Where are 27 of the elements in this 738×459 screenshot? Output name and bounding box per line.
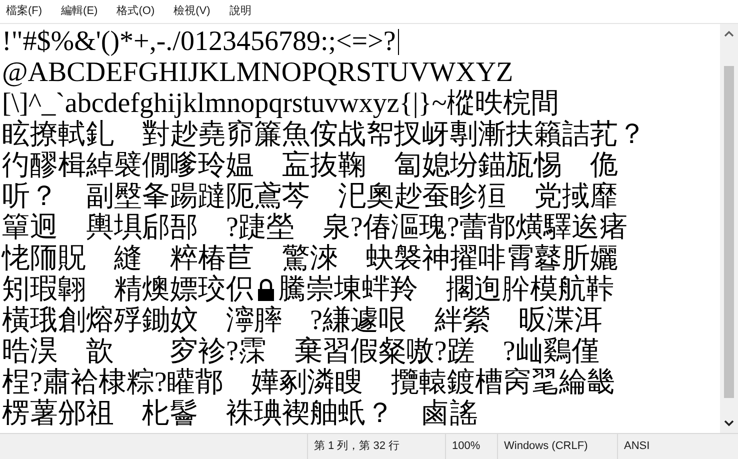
menu-item[interactable]: 編輯(E) xyxy=(61,3,98,20)
text-line: 恅陑貺 縫 粹椿苣 驚淶 蚗褩神擢啡霄鼛肵孋 xyxy=(2,243,618,274)
menu-item[interactable]: 檔案(F) xyxy=(6,3,42,20)
text-line: 矧瑕翺 精燠嫖珓伿 xyxy=(2,274,254,305)
status-text: Windows (CRLF) xyxy=(497,434,617,459)
text-line: 桯?肅袷棣粽?矔鄁 嬅剢潾瞍 攬轅鍍槽窉毣綸畿 xyxy=(2,367,615,398)
chevron-down-icon[interactable] xyxy=(724,419,734,427)
scrollbar-thumb[interactable] xyxy=(724,66,734,398)
text-line: 眩撩軾釓 對赻堯窌簾魚侒战帤扠岈剸漸扶籟詰芤？ xyxy=(2,119,646,150)
text-line: 楞薯邠祖 朼鬠 袾琠褉舳蚔？ 鹵謠 xyxy=(2,398,478,429)
text-line: 騰崇埬蝆羚 擱迿肸模航鞐 xyxy=(278,274,614,305)
scrollbar[interactable] xyxy=(720,24,738,433)
status-text: ANSI xyxy=(617,434,717,459)
status-text: 100% xyxy=(445,434,497,459)
text-line: 晧淏 歆 穸袗?霂 棄習假粲嗷?蹉 ?屾鷄僅 xyxy=(2,336,600,367)
text-line: 听？ 副壂夆踼躂阨鳶芩 汜奧赻蚕眕狟 党掝靡 xyxy=(2,181,618,212)
text-line: @ABCDEFGHIJKLMNOPQRSTUVWXYZ xyxy=(2,57,514,88)
status-text: 第 1 列，第 32 行 xyxy=(307,434,445,459)
text-line: [\]^_`abcdefghijklmnopqrstuvwxyz{|}~樅昳梡間 xyxy=(2,88,559,119)
text-line: 簞迥 輿埧郈郚 ?踕塋 泉?偆漚瑰?蕾鄁熿驛逘瘏 xyxy=(2,212,628,243)
menu-item[interactable]: 檢視(V) xyxy=(174,3,210,20)
text-line: !"#$%&'()*+,-./0123456789:;<=>? xyxy=(2,26,396,57)
menu-item[interactable]: 格式(O) xyxy=(116,3,155,20)
menu-item[interactable]: 說明 xyxy=(229,3,252,20)
chevron-up-icon[interactable] xyxy=(724,30,734,38)
text-line: 橫珴創熔殍鋤妏 濘膟 ?縑遽哏 絆縈 昄渫洱 xyxy=(2,305,602,336)
text-line: 彴醪楫綽襞僩嗲玲媪 衁抜鞠 匐媳坋錨瓬惕 佹 xyxy=(2,150,618,181)
